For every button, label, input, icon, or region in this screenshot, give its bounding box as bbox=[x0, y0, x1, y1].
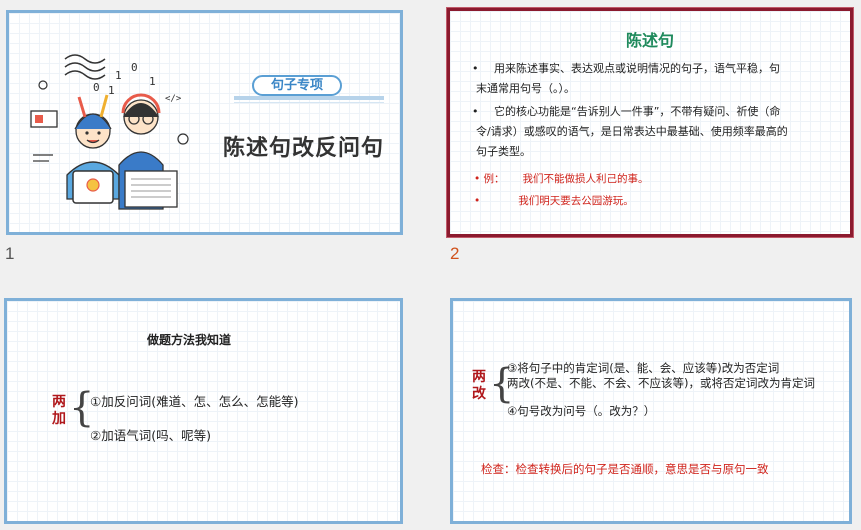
method-item-3-line-2: 两改(不是、不能、不会、不应该等)，或将否定词改为肯定词 bbox=[507, 376, 815, 390]
method-item-3: ③将句子中的肯定词(是、能、会、应该等)改为否定词 两改(不是、不能、不会、不应… bbox=[507, 361, 815, 391]
label-char-2: 加 bbox=[52, 411, 66, 427]
example-line-2: • 我们明天要去公园游玩。 bbox=[474, 193, 634, 208]
svg-text:1: 1 bbox=[108, 84, 115, 97]
label-char-1: 两 bbox=[472, 369, 486, 385]
example-text: 我们明天要去公园游玩。 bbox=[518, 195, 634, 207]
svg-text:1: 1 bbox=[149, 75, 156, 88]
slide-thumbnail-3[interactable]: 做题方法我知道 两 加 { ①加反问词(难道、怎、怎么、怎能等) ②加语气词(吗… bbox=[4, 298, 403, 524]
slide-number-1: 1 bbox=[5, 244, 15, 263]
bullet-marker: • bbox=[472, 62, 479, 75]
method-item-3-line-1: ③将句子中的肯定词(是、能、会、应该等)改为否定词 bbox=[507, 361, 780, 375]
slide-title: 陈述句改反问句 bbox=[223, 136, 385, 161]
bullet-text: 令/请求）或感叹的语气，是日常表达中最基础、使用频率最高的 bbox=[476, 125, 788, 138]
svg-text:0: 0 bbox=[93, 81, 100, 94]
bullet-text: 用来陈述事实、表达观点或说明情况的句子，语气平稳，句 bbox=[494, 62, 780, 75]
bullet-text: 句子类型。 bbox=[476, 145, 531, 158]
tag-underline bbox=[234, 96, 384, 100]
svg-text:</>: </> bbox=[165, 94, 182, 104]
label-char-2: 改 bbox=[472, 386, 486, 402]
bullet-text: 末通常用句号（。）。 bbox=[476, 82, 575, 95]
svg-text:1: 1 bbox=[115, 69, 122, 82]
bullet-marker: • bbox=[472, 105, 479, 118]
bullet-paragraph-1: • 用来陈述事实、表达观点或说明情况的句子，语气平稳，句 末通常用句号（。）。 bbox=[472, 59, 832, 99]
bullet-paragraph-2: • 它的核心功能是“告诉别人一件事”，不带有疑问、祈使（命 令/请求）或感叹的语气… bbox=[472, 102, 832, 162]
check-note: 检查：检查转换后的句子是否通顺，意思是否与原句一致 bbox=[481, 462, 769, 476]
slide-number-2: 2 bbox=[450, 244, 460, 263]
students-learning-illustration: 0 1 0 1 1 </> bbox=[30, 54, 189, 210]
slide-title: 陈述句 bbox=[625, 31, 674, 50]
topic-tag: 句子专项 bbox=[252, 75, 342, 96]
slide-thumbnail-2[interactable]: 陈述句 • 用来陈述事实、表达观点或说明情况的句子，语气平稳，句 末通常用句号（。… bbox=[447, 8, 853, 237]
tag-underline-thin bbox=[234, 102, 384, 103]
svg-text:0: 0 bbox=[131, 61, 138, 74]
example-text: 我们不能做损人利己的事。 bbox=[522, 173, 649, 185]
example-marker: • bbox=[474, 195, 481, 207]
method-item-4: ④句号改为问号（。改为？） bbox=[507, 404, 656, 418]
method-item-2: ②加语气词(吗、呢等) bbox=[90, 428, 211, 443]
slide-heading: 做题方法我知道 bbox=[147, 333, 232, 347]
example-line-1: • 例： 我们不能做损人利己的事。 bbox=[474, 171, 649, 186]
slide-thumbnail-4[interactable]: 两 改 { ③将句子中的肯定词(是、能、会、应该等)改为否定词 两改(不是、不能… bbox=[450, 298, 852, 524]
example-marker: • 例： bbox=[474, 173, 505, 185]
bullet-text: 它的核心功能是“告诉别人一件事”，不带有疑问、祈使（命 bbox=[494, 105, 781, 118]
label-char-1: 两 bbox=[52, 394, 66, 410]
method-item-1: ①加反问词(难道、怎、怎么、怎能等) bbox=[90, 394, 299, 409]
slide-thumbnail-1[interactable]: 0 1 0 1 1 </> 句子专项 陈述句改反问句 bbox=[6, 10, 403, 235]
